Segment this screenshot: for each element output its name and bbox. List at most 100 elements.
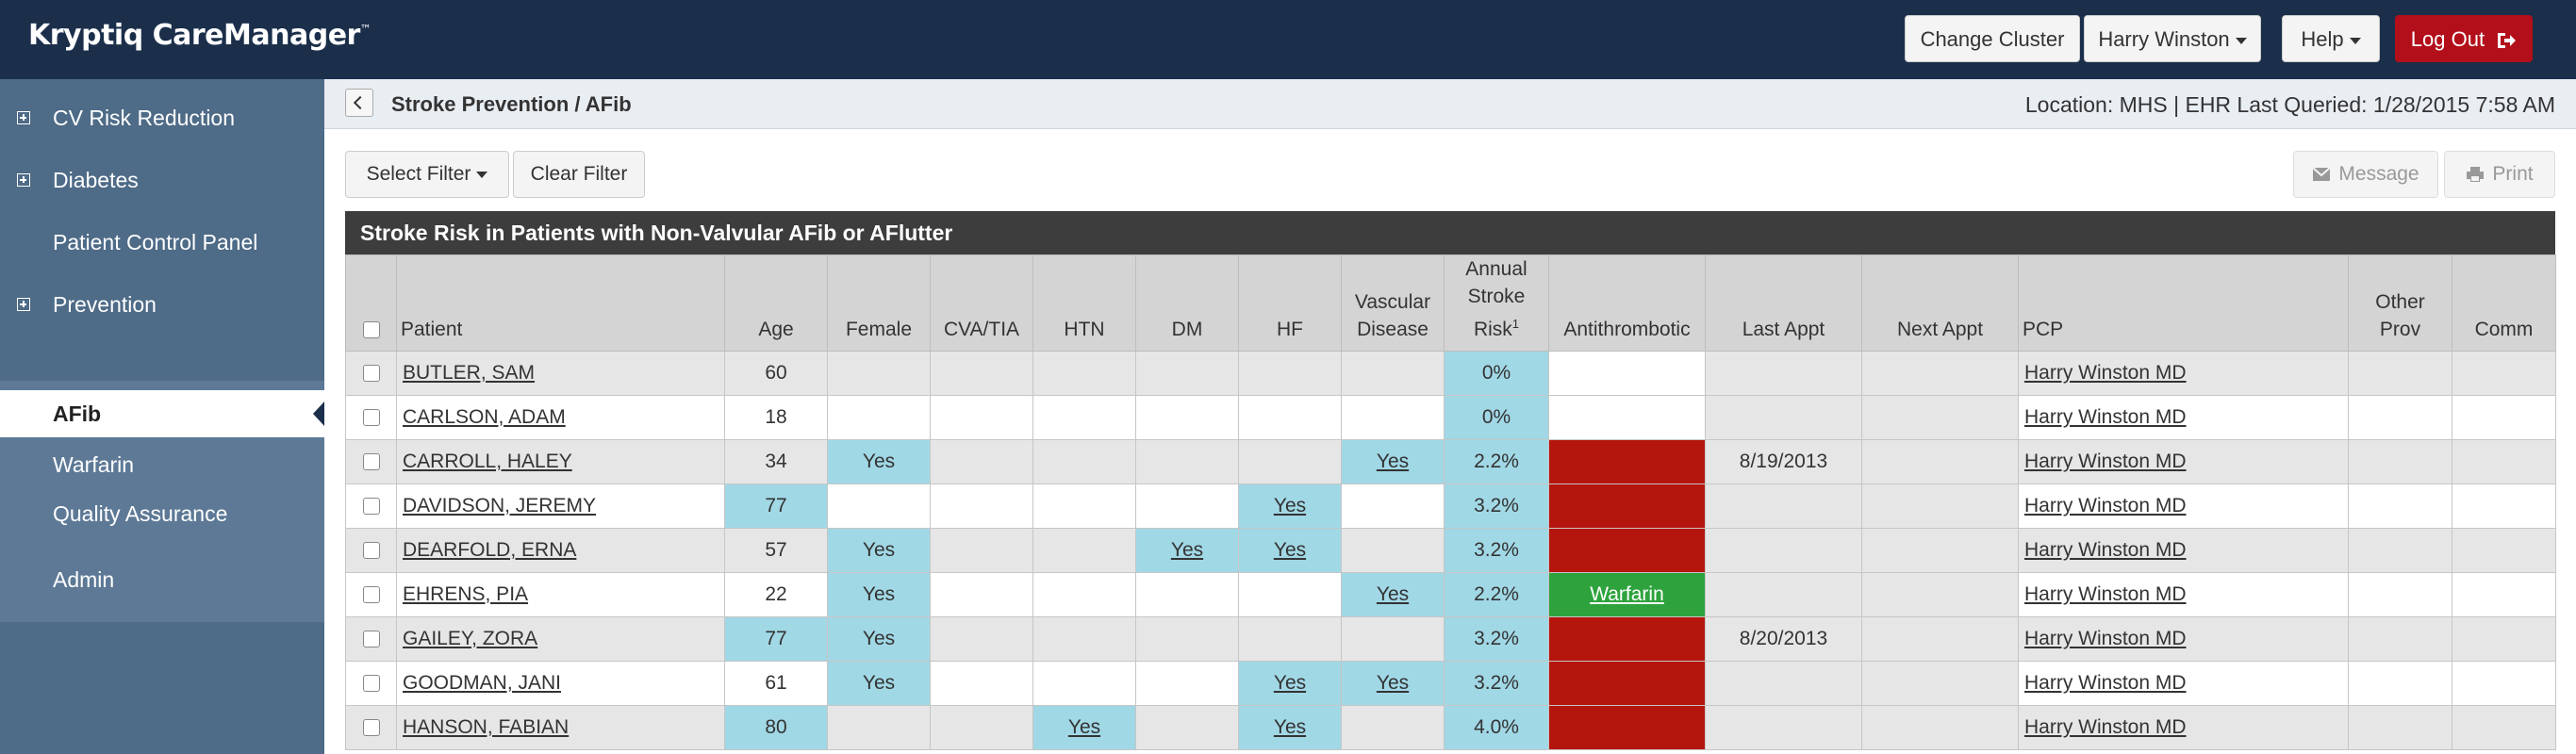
table-row[interactable]: EHRENS, PIA 22 Yes Yes 2.2% Warfarin Har…	[345, 572, 2556, 617]
hf-link[interactable]: Yes	[1274, 539, 1306, 561]
htn-link[interactable]: Yes	[1068, 716, 1100, 738]
next-appt-cell	[1861, 616, 2019, 662]
print-button[interactable]: Print	[2444, 151, 2555, 198]
app-logo[interactable]: Kryptiq CareManager™	[28, 19, 372, 52]
help-menu-button[interactable]: Help	[2282, 15, 2380, 62]
chevron-left-icon[interactable]	[345, 89, 373, 117]
vascular-cell	[1341, 351, 1445, 396]
sidebar-item-label: AFib	[53, 402, 102, 426]
last-appt-cell	[1705, 484, 1862, 529]
patient-link[interactable]: CARLSON, ADAM	[403, 406, 566, 428]
hf-cell	[1238, 395, 1342, 440]
pcp-link[interactable]: Harry Winston MD	[2024, 716, 2187, 738]
patient-cell: GOODMAN, JANI	[396, 661, 725, 706]
table-row[interactable]: GOODMAN, JANI 61 Yes Yes Yes 3.2% Harry …	[345, 661, 2556, 706]
column-header-dm[interactable]: DM	[1135, 254, 1239, 352]
column-header-hf[interactable]: HF	[1238, 254, 1342, 352]
cva-cell	[930, 439, 1033, 484]
logout-button[interactable]: Log Out	[2395, 15, 2533, 62]
sidebar-item-diabetes[interactable]: Diabetes	[0, 156, 324, 204]
table-row[interactable]: DAVIDSON, JEREMY 77 Yes 3.2% Harry Winst…	[345, 484, 2556, 529]
sidebar-item-admin[interactable]: Admin	[0, 556, 324, 603]
patient-link[interactable]: BUTLER, SAM	[403, 362, 535, 384]
table-row[interactable]: CARROLL, HALEY 34 Yes Yes 2.2% 8/19/2013…	[345, 439, 2556, 484]
dm-cell	[1135, 484, 1239, 529]
table-row[interactable]: CARLSON, ADAM 18 0% Harry Winston MD	[345, 395, 2556, 440]
column-header-cva-tia[interactable]: CVA/TIA	[930, 254, 1033, 352]
row-checkbox[interactable]	[362, 631, 380, 648]
htn-cell	[1032, 572, 1136, 617]
pcp-link[interactable]: Harry Winston MD	[2024, 539, 2187, 561]
sidebar-item-warfarin[interactable]: Warfarin	[0, 441, 324, 488]
sidebar-item-prevention[interactable]: Prevention	[0, 281, 324, 328]
patient-link[interactable]: DAVIDSON, JEREMY	[403, 495, 596, 516]
stroke-risk-cell: 3.2%	[1444, 661, 1549, 706]
patient-link[interactable]: CARROLL, HALEY	[403, 451, 572, 472]
column-header-age[interactable]: Age	[724, 254, 828, 352]
vascular-cell	[1341, 616, 1445, 662]
pcp-link[interactable]: Harry Winston MD	[2024, 495, 2187, 516]
column-header-patient[interactable]: Patient	[396, 254, 725, 352]
change-cluster-button[interactable]: Change Cluster	[1905, 15, 2080, 62]
row-checkbox[interactable]	[362, 409, 380, 427]
table-row[interactable]: GAILEY, ZORA 77 Yes 3.2% 8/20/2013 Harry…	[345, 616, 2556, 662]
pcp-link[interactable]: Harry Winston MD	[2024, 362, 2187, 384]
clear-filter-button[interactable]: Clear Filter	[513, 151, 645, 198]
select-all-checkbox[interactable]	[362, 321, 380, 339]
message-button[interactable]: Message	[2293, 151, 2438, 198]
sidebar-item-quality-assurance[interactable]: Quality Assurance	[0, 490, 324, 537]
comm-cell	[2452, 572, 2556, 617]
select-filter-button[interactable]: Select Filter	[345, 151, 509, 198]
table-row[interactable]: HANSON, FABIAN 80 Yes Yes 4.0% Harry Win…	[345, 705, 2556, 750]
column-header-next-appt[interactable]: Next Appt	[1861, 254, 2019, 352]
patient-link[interactable]: HANSON, FABIAN	[403, 716, 569, 738]
column-header-antithrombotic[interactable]: Antithrombotic	[1548, 254, 1706, 352]
antithrombotic-cell	[1548, 616, 1706, 662]
pcp-link[interactable]: Harry Winston MD	[2024, 406, 2187, 428]
table-row[interactable]: BUTLER, SAM 60 0% Harry Winston MD	[345, 351, 2556, 396]
column-header-comm[interactable]: Comm	[2452, 254, 2556, 352]
sidebar-item-label: CV Risk Reduction	[53, 106, 236, 130]
sidebar-item-patient-control-panel[interactable]: Patient Control Panel	[0, 219, 324, 266]
column-header-vascular-disease[interactable]: Vascular Disease	[1341, 254, 1445, 352]
age-cell: 22	[724, 572, 828, 617]
hf-link[interactable]: Yes	[1274, 672, 1306, 694]
pcp-link[interactable]: Harry Winston MD	[2024, 628, 2187, 649]
pcp-link[interactable]: Harry Winston MD	[2024, 451, 2187, 472]
pcp-link[interactable]: Harry Winston MD	[2024, 672, 2187, 694]
hf-cell: Yes	[1238, 661, 1342, 706]
row-checkbox[interactable]	[362, 365, 380, 383]
patient-link[interactable]: DEARFOLD, ERNA	[403, 539, 576, 561]
other-prov-cell	[2348, 705, 2452, 750]
row-checkbox[interactable]	[362, 586, 380, 604]
column-header-annual-stroke-risk[interactable]: Annual Stroke Risk1	[1444, 254, 1549, 352]
hf-link[interactable]: Yes	[1274, 716, 1306, 738]
row-checkbox[interactable]	[362, 453, 380, 471]
vascular-link[interactable]: Yes	[1377, 672, 1409, 694]
antithrombotic-link[interactable]: Warfarin	[1590, 583, 1664, 605]
column-header-female[interactable]: Female	[827, 254, 931, 352]
antithrombotic-cell	[1548, 705, 1706, 750]
row-checkbox[interactable]	[362, 498, 380, 516]
pcp-cell: Harry Winston MD	[2018, 705, 2349, 750]
hf-link[interactable]: Yes	[1274, 495, 1306, 516]
patient-link[interactable]: EHRENS, PIA	[403, 583, 528, 605]
patient-link[interactable]: GOODMAN, JANI	[403, 672, 561, 694]
patient-link[interactable]: GAILEY, ZORA	[403, 628, 537, 649]
column-header-other-prov[interactable]: Other Prov	[2348, 254, 2452, 352]
stroke-risk-cell: 3.2%	[1444, 528, 1549, 573]
column-header-pcp[interactable]: PCP	[2018, 254, 2349, 352]
row-checkbox[interactable]	[362, 719, 380, 737]
table-row[interactable]: DEARFOLD, ERNA 57 Yes Yes Yes 3.2% Harry…	[345, 528, 2556, 573]
vascular-link[interactable]: Yes	[1377, 451, 1409, 472]
dm-link[interactable]: Yes	[1171, 539, 1203, 561]
user-menu-button[interactable]: Harry Winston	[2084, 15, 2261, 62]
sidebar-item-cv-risk-reduction[interactable]: CV Risk Reduction	[0, 94, 324, 141]
row-checkbox[interactable]	[362, 542, 380, 560]
column-header-htn[interactable]: HTN	[1032, 254, 1136, 352]
pcp-link[interactable]: Harry Winston MD	[2024, 583, 2187, 605]
sidebar-item-afib[interactable]: AFib	[0, 390, 324, 437]
vascular-link[interactable]: Yes	[1377, 583, 1409, 605]
column-header-last-appt[interactable]: Last Appt	[1705, 254, 1862, 352]
row-checkbox[interactable]	[362, 675, 380, 693]
